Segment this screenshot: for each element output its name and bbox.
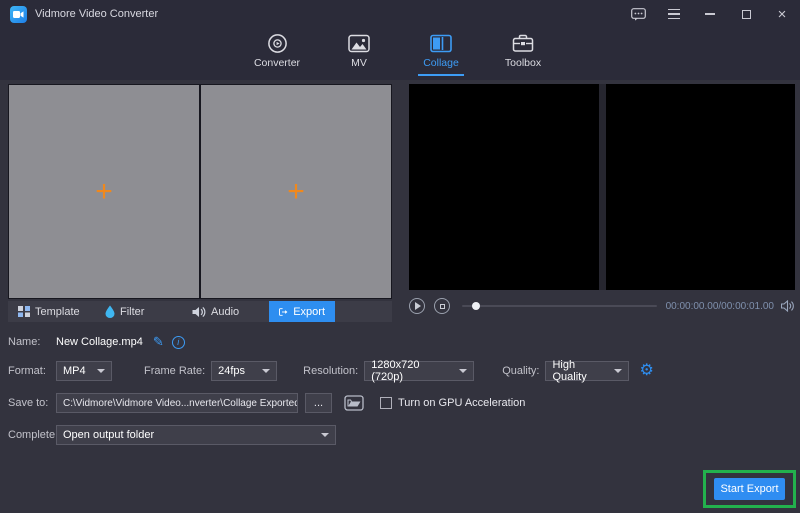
export-icon: [279, 306, 288, 318]
mv-icon: [348, 32, 370, 54]
format-value: MP4: [63, 365, 86, 377]
seek-track[interactable]: [462, 305, 657, 307]
resolution-select[interactable]: 1280x720 (720p): [364, 361, 474, 381]
tab-filter[interactable]: Filter: [95, 301, 182, 322]
window-title: Vidmore Video Converter: [35, 8, 158, 20]
play-icon: [415, 302, 421, 310]
collage-icon: [430, 32, 452, 54]
tab-label: Converter: [254, 57, 300, 69]
chevron-down-icon: [321, 433, 329, 437]
tab-collage[interactable]: Collage: [408, 30, 474, 76]
toolbox-icon: [512, 32, 534, 54]
stop-icon: [440, 304, 445, 309]
complete-row: Complete: Open output folder: [8, 424, 336, 446]
chevron-down-icon: [262, 369, 270, 373]
tool-label: Audio: [211, 306, 239, 318]
highlight-annotation: Start Export: [703, 470, 796, 508]
preview-screen-2: [606, 84, 796, 290]
collage-canvas: + +: [8, 84, 392, 299]
tab-mv[interactable]: MV: [326, 30, 392, 76]
settings-gear-icon[interactable]: ⚙: [639, 363, 653, 379]
format-select[interactable]: MP4: [56, 361, 112, 381]
close-button[interactable]: ×: [774, 6, 790, 22]
collage-cell-1[interactable]: +: [9, 85, 199, 298]
volume-icon[interactable]: [781, 300, 795, 312]
tab-toolbox[interactable]: Toolbox: [490, 30, 556, 76]
framerate-value: 24fps: [218, 365, 245, 377]
play-button[interactable]: [409, 298, 425, 314]
start-export-button[interactable]: Start Export: [714, 478, 785, 500]
preview-screen-1: [409, 84, 599, 290]
feedback-icon[interactable]: [630, 6, 646, 22]
converter-icon: [267, 32, 288, 54]
menu-icon[interactable]: [666, 6, 682, 22]
quality-label: Quality:: [502, 365, 539, 377]
tool-label: Export: [293, 306, 325, 318]
edit-name-icon[interactable]: ✎: [153, 334, 164, 350]
playback-controls: 00:00:00.00/00:00:01.00: [409, 294, 795, 318]
tab-label: Collage: [423, 57, 459, 69]
saveto-label: Save to:: [8, 397, 56, 409]
format-row: Format: MP4 Frame Rate: 24fps Resolution…: [8, 360, 654, 382]
saveto-input[interactable]: C:\Vidmore\Vidmore Video...nverter\Colla…: [56, 393, 298, 413]
maximize-button[interactable]: [738, 6, 754, 22]
browse-button[interactable]: ...: [305, 393, 332, 413]
chevron-down-icon: [614, 369, 622, 373]
open-folder-icon[interactable]: [344, 395, 364, 411]
complete-label: Complete:: [8, 429, 56, 441]
tab-label: MV: [351, 57, 367, 69]
saveto-value: C:\Vidmore\Vidmore Video...nverter\Colla…: [63, 398, 298, 409]
info-icon[interactable]: i: [172, 336, 185, 349]
app-logo-icon: [10, 6, 27, 23]
time-display: 00:00:00.00/00:00:01.00: [666, 301, 774, 312]
framerate-label: Frame Rate:: [144, 365, 205, 377]
name-label: Name:: [8, 336, 56, 348]
add-video-icon[interactable]: +: [287, 177, 305, 207]
preview-area: [409, 84, 795, 290]
complete-select[interactable]: Open output folder: [56, 425, 336, 445]
gpu-label: Turn on GPU Acceleration: [398, 397, 525, 409]
stop-button[interactable]: [434, 298, 450, 314]
chevron-down-icon: [459, 369, 467, 373]
titlebar: Vidmore Video Converter ×: [0, 0, 800, 28]
quality-value: High Quality: [552, 359, 608, 383]
template-icon: [18, 306, 30, 317]
collage-cell-2[interactable]: +: [201, 85, 391, 298]
minimize-button[interactable]: [702, 6, 718, 22]
audio-icon: [192, 306, 206, 318]
filter-icon: [105, 305, 115, 318]
resolution-label: Resolution:: [303, 365, 358, 377]
chevron-down-icon: [97, 369, 105, 373]
tab-converter[interactable]: Converter: [244, 30, 310, 76]
top-chrome: Vidmore Video Converter × Converter MV: [0, 0, 800, 80]
seek-handle[interactable]: [472, 302, 480, 310]
resolution-value: 1280x720 (720p): [371, 359, 453, 383]
name-row: Name: New Collage.mp4 ✎ i: [8, 331, 185, 353]
tab-audio[interactable]: Audio: [182, 301, 269, 322]
tab-export[interactable]: Export: [269, 301, 335, 322]
seek-slider[interactable]: [462, 300, 657, 312]
complete-value: Open output folder: [63, 429, 154, 441]
main-nav: Converter MV Collage Toolbox: [0, 30, 800, 76]
framerate-select[interactable]: 24fps: [211, 361, 277, 381]
tab-template[interactable]: Template: [8, 301, 95, 322]
gpu-checkbox[interactable]: [380, 397, 392, 409]
tab-label: Toolbox: [505, 57, 541, 69]
add-video-icon[interactable]: +: [95, 177, 113, 207]
quality-select[interactable]: High Quality: [545, 361, 629, 381]
collage-toolbar: Template Filter Audio Export: [8, 301, 392, 322]
tool-label: Template: [35, 306, 80, 318]
tool-label: Filter: [120, 306, 144, 318]
format-label: Format:: [8, 365, 56, 377]
saveto-row: Save to: C:\Vidmore\Vidmore Video...nver…: [8, 392, 525, 414]
name-value: New Collage.mp4: [56, 336, 143, 348]
